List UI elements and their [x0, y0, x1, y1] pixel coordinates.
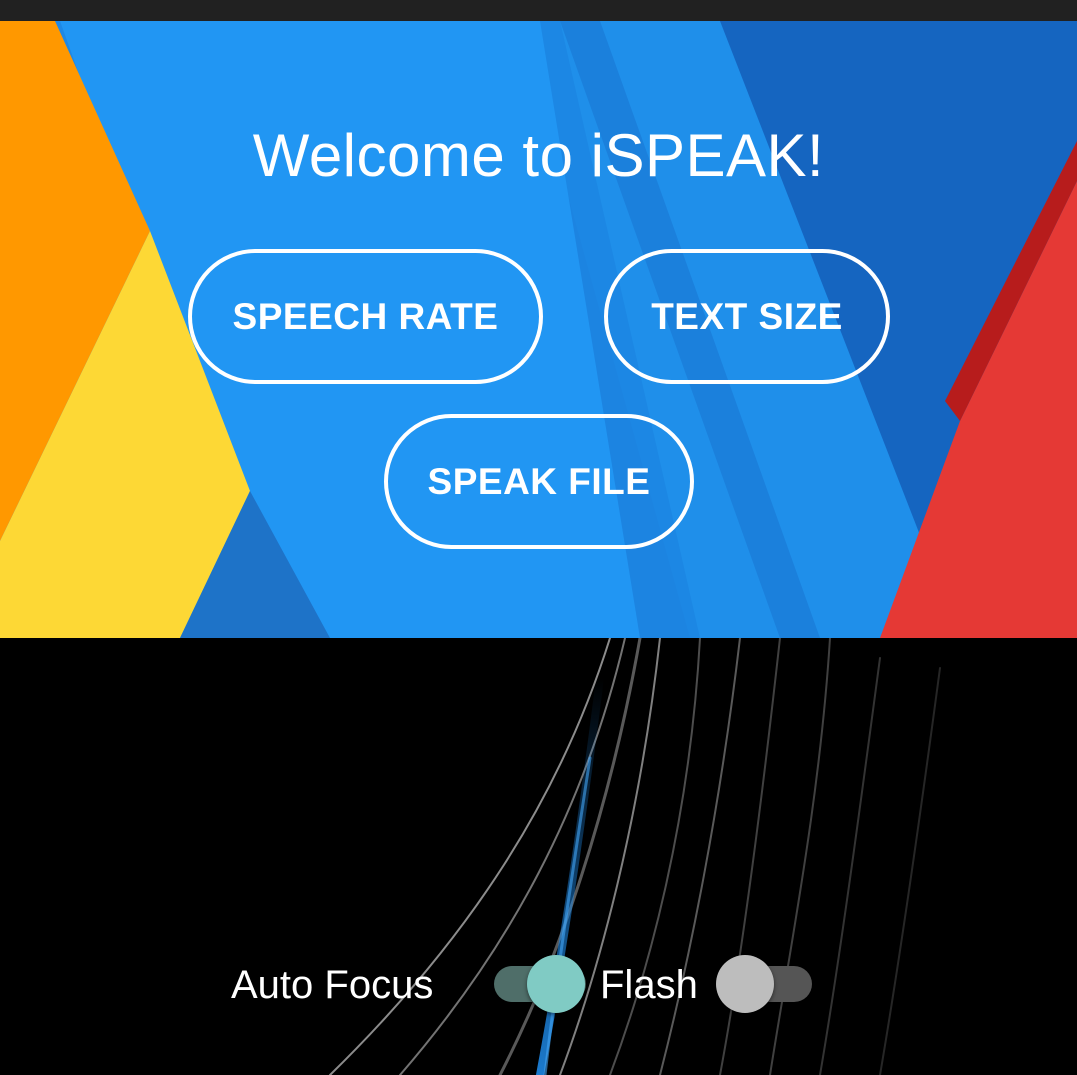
- auto-focus-switch[interactable]: [494, 954, 590, 1014]
- welcome-title: Welcome to iSPEAK!: [252, 122, 825, 189]
- flash-switch-thumb[interactable]: [716, 955, 774, 1013]
- speak-file-button[interactable]: SPEAK FILE: [384, 414, 694, 549]
- app-screen: Welcome to iSPEAK! SPEECH RATE TEXT SIZE…: [0, 0, 1077, 1075]
- auto-focus-label: Auto Focus: [231, 963, 434, 1007]
- text-size-button[interactable]: TEXT SIZE: [604, 249, 890, 384]
- auto-focus-switch-thumb[interactable]: [527, 955, 585, 1013]
- camera-preview-panel: Auto Focus Flash: [0, 638, 1077, 1075]
- flash-label: Flash: [600, 963, 698, 1007]
- wallpaper-panel: Welcome to iSPEAK! SPEECH RATE TEXT SIZE…: [0, 21, 1077, 638]
- flash-switch[interactable]: [714, 954, 814, 1014]
- speech-rate-button[interactable]: SPEECH RATE: [188, 249, 543, 384]
- status-bar: [0, 0, 1077, 21]
